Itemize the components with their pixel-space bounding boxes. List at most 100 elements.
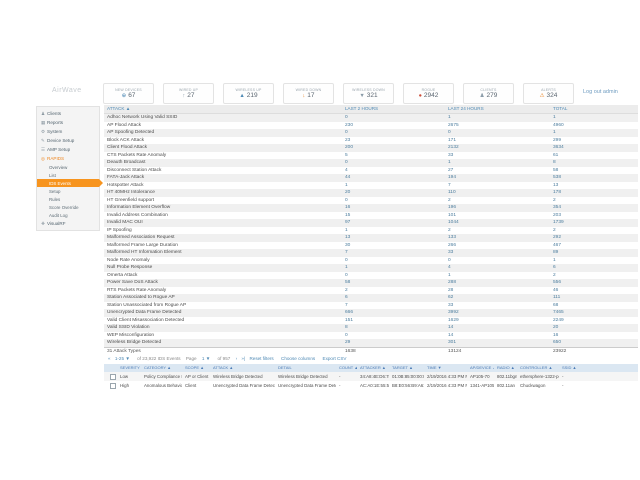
count-cell[interactable]: 301 <box>445 339 550 347</box>
count-cell[interactable]: 15 <box>342 212 445 220</box>
select-all-column[interactable] <box>104 364 117 373</box>
count-cell[interactable]: 3992 <box>445 309 550 317</box>
count-cell[interactable]: 2 <box>342 287 445 295</box>
ap-cell[interactable]: 1341-AP105 <box>467 381 494 390</box>
count-cell[interactable]: 7 <box>342 249 445 257</box>
sidebar-item-overview[interactable]: Overview <box>37 163 99 171</box>
count-cell[interactable]: 171 <box>445 137 550 145</box>
count-cell[interactable]: 2132 <box>445 144 550 152</box>
count-cell[interactable]: 1 <box>445 272 550 280</box>
sidebar-item-rules[interactable]: Rules <box>37 195 99 203</box>
count-cell[interactable]: 7465 <box>550 309 638 317</box>
count-cell[interactable]: 110 <box>445 189 550 197</box>
column-header-last-24-hours[interactable]: LAST 24 HOURS <box>445 105 550 113</box>
count-cell[interactable]: 1 <box>342 182 445 190</box>
count-cell[interactable]: 6 <box>550 264 638 272</box>
count-cell[interactable]: 133 <box>445 234 550 242</box>
count-cell[interactable]: 299 <box>550 137 638 145</box>
sidebar-item-system[interactable]: ⚙System <box>37 127 99 136</box>
count-cell[interactable]: 538 <box>550 174 638 182</box>
count-cell[interactable]: 203 <box>550 212 638 220</box>
count-cell[interactable]: 196 <box>445 204 550 212</box>
stat-rogue[interactable]: Rogue●2942 <box>403 83 454 104</box>
count-cell[interactable]: 2 <box>445 227 550 235</box>
pagination-last[interactable]: »| <box>241 356 245 361</box>
count-cell[interactable]: 1 <box>342 227 445 235</box>
count-cell[interactable]: 2675 <box>445 122 550 130</box>
count-cell[interactable]: 266 <box>445 242 550 250</box>
column-header-category[interactable]: CATEGORY ▲ <box>141 364 182 373</box>
count-cell[interactable]: 2 <box>550 227 638 235</box>
count-cell[interactable]: 4 <box>342 167 445 175</box>
controller-cell[interactable]: ethersphere-1322-portfolio <box>517 372 559 381</box>
column-header-radio[interactable]: RADIO ▲ <box>494 364 517 373</box>
count-cell[interactable]: 292 <box>550 234 638 242</box>
count-cell[interactable]: 2249 <box>550 317 638 325</box>
count-cell[interactable]: 33 <box>445 152 550 160</box>
count-cell[interactable]: 33 <box>445 249 550 257</box>
count-cell[interactable]: 0 <box>445 257 550 265</box>
sidebar-item-ids-events[interactable]: IDS Events <box>37 179 99 187</box>
column-header-last-2-hours[interactable]: LAST 2 HOURS <box>342 105 445 113</box>
column-header-detail[interactable]: DETAIL <box>275 364 336 373</box>
controller-cell[interactable]: Chuckwagon <box>517 381 559 390</box>
count-cell[interactable]: 1 <box>550 114 638 122</box>
ap-cell[interactable]: AP105-70 <box>467 372 494 381</box>
count-cell[interactable]: 58 <box>550 167 638 175</box>
count-cell[interactable]: 151 <box>342 317 445 325</box>
count-cell[interactable]: 1629 <box>445 317 550 325</box>
stat-new-devices[interactable]: New Devices⊕67 <box>103 83 154 104</box>
column-header-severity[interactable]: SEVERITY ▲ <box>117 364 141 373</box>
page-size-dropdown[interactable]: 1-25 ▼ <box>115 356 130 361</box>
count-cell[interactable]: 288 <box>445 279 550 287</box>
count-cell[interactable]: 89 <box>550 249 638 257</box>
count-cell[interactable]: 30 <box>342 242 445 250</box>
count-cell[interactable]: 0 <box>342 332 445 340</box>
count-cell[interactable]: 7 <box>445 182 550 190</box>
count-cell[interactable]: 1739 <box>550 219 638 227</box>
row-checkbox[interactable] <box>110 383 116 389</box>
count-cell[interactable]: 68 <box>550 302 638 310</box>
count-cell[interactable]: 1 <box>445 114 550 122</box>
column-header-ssid[interactable]: SSID ▲ <box>559 364 632 373</box>
count-cell[interactable]: 556 <box>550 279 638 287</box>
pagination-next[interactable]: › <box>236 356 238 361</box>
count-cell[interactable]: 0 <box>342 159 445 167</box>
count-cell[interactable]: 97 <box>342 219 445 227</box>
count-cell[interactable]: 13 <box>342 234 445 242</box>
count-cell[interactable]: 20 <box>550 324 638 332</box>
stat-wireless-up[interactable]: Wireless Up▲219 <box>223 83 274 104</box>
count-cell[interactable]: 8 <box>550 159 638 167</box>
column-header-attack[interactable]: ATTACK ▲ <box>210 364 275 373</box>
count-cell[interactable]: 1044 <box>445 219 550 227</box>
page-number-dropdown[interactable]: 1 ▼ <box>202 356 210 361</box>
count-cell[interactable]: 61 <box>550 152 638 160</box>
column-header-time[interactable]: TIME ▼ <box>424 364 467 373</box>
count-cell[interactable]: 3634 <box>550 144 638 152</box>
sidebar-item-reports[interactable]: ▦Reports <box>37 118 99 127</box>
stat-wireless-down[interactable]: Wireless Down▼321 <box>343 83 394 104</box>
count-cell[interactable]: 1 <box>550 257 638 265</box>
count-cell[interactable]: 111 <box>550 294 638 302</box>
sidebar-item-amp-setup[interactable]: ☰AMP Setup <box>37 145 99 154</box>
count-cell[interactable]: 0 <box>342 197 445 205</box>
sidebar-item-list[interactable]: List <box>37 171 99 179</box>
count-cell[interactable]: 650 <box>550 339 638 347</box>
column-header-attack[interactable]: ATTACK ▲ <box>104 105 342 113</box>
choose-columns-link[interactable]: Choose columns <box>281 356 315 361</box>
count-cell[interactable]: 666 <box>342 309 445 317</box>
count-cell[interactable]: 7 <box>342 302 445 310</box>
count-cell[interactable]: 6 <box>342 294 445 302</box>
logout-link[interactable]: Log out admin <box>583 89 618 95</box>
count-cell[interactable]: 46 <box>550 287 638 295</box>
stat-wired-up[interactable]: Wired Up↑27 <box>163 83 214 104</box>
count-cell[interactable]: 0 <box>342 114 445 122</box>
export-csv-link[interactable]: Export CSV <box>323 356 347 361</box>
count-cell[interactable]: 27 <box>445 167 550 175</box>
count-cell[interactable]: 194 <box>445 174 550 182</box>
pagination-prev[interactable]: « <box>108 356 111 361</box>
count-cell[interactable]: 4960 <box>550 122 638 130</box>
count-cell[interactable]: 8 <box>342 324 445 332</box>
count-cell[interactable]: 5 <box>342 152 445 160</box>
count-cell[interactable]: 1 <box>342 264 445 272</box>
